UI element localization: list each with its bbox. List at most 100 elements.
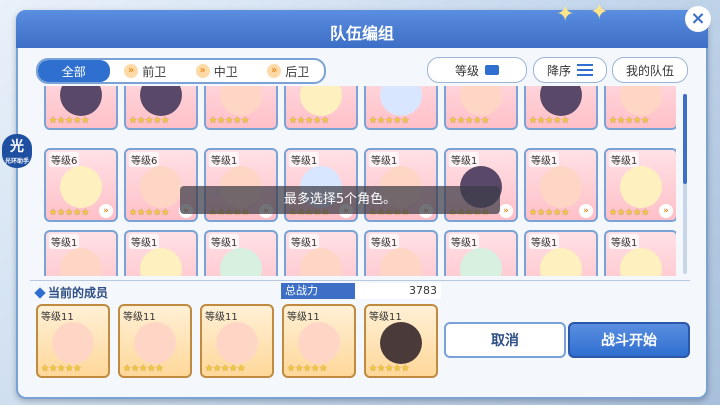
side-badge-glyph: 光 xyxy=(10,139,24,155)
star-rating: ★★★★★ xyxy=(41,364,82,374)
level-label: 等级1 xyxy=(369,234,400,249)
level-label: 等级11 xyxy=(123,312,156,323)
character-card[interactable]: ★★★★★ xyxy=(284,86,358,130)
character-card[interactable]: ★★★★★ xyxy=(364,86,438,130)
start-battle-button[interactable]: 战斗开始 xyxy=(568,322,690,358)
total-power-value: 3783 xyxy=(355,283,441,299)
character-portrait xyxy=(60,166,102,208)
character-card[interactable]: 等级1 xyxy=(524,230,598,276)
tab-back[interactable]: » 后卫 xyxy=(253,60,325,82)
character-portrait xyxy=(140,248,182,276)
star-rating: ★★★★★ xyxy=(129,208,170,218)
member-slot[interactable]: 等级11 ★★★★★ xyxy=(282,304,356,378)
level-label: 等级1 xyxy=(529,152,560,167)
star-rating: ★★★★★ xyxy=(529,116,570,126)
total-power-label: 总战力 xyxy=(281,283,355,299)
star-rating: ★★★★★ xyxy=(289,116,330,126)
level-label: 等级1 xyxy=(209,234,240,249)
level-label: 等级1 xyxy=(209,152,240,167)
side-badge[interactable]: 光 光环助手 xyxy=(2,134,32,168)
tab-middle[interactable]: » 中卫 xyxy=(181,60,253,82)
character-portrait xyxy=(620,166,662,208)
star-rating: ★★★★★ xyxy=(129,116,170,126)
character-portrait xyxy=(380,322,422,364)
chevron-icon: » xyxy=(99,204,113,218)
tab-front-label: 前卫 xyxy=(142,64,167,79)
character-card[interactable]: 等级1 xyxy=(604,230,676,276)
character-portrait xyxy=(140,166,182,208)
roster-grid[interactable]: ★★★★★ ★★★★★ ★★★★★ ★★★★★ ★★★★★ ★★★★★ ★★★★… xyxy=(36,86,676,276)
tab-all[interactable]: 全部 xyxy=(38,60,110,82)
cancel-button[interactable]: 取消 xyxy=(444,322,566,358)
member-slot[interactable]: 等级11 ★★★★★ xyxy=(364,304,438,378)
character-card[interactable]: ★★★★★ xyxy=(604,86,676,130)
character-card[interactable]: 等级1 ★★★★★ » xyxy=(524,148,598,222)
character-portrait xyxy=(220,86,262,116)
level-label: 等级11 xyxy=(205,312,238,323)
order-label: 降序 xyxy=(546,63,571,78)
character-portrait xyxy=(540,86,582,116)
my-team-button[interactable]: 我的队伍 xyxy=(612,57,688,83)
star-rating: ★★★★★ xyxy=(449,116,490,126)
character-portrait xyxy=(620,248,662,276)
close-icon[interactable]: × xyxy=(685,6,711,32)
current-members-heading: 当前的成员 xyxy=(34,284,109,301)
level-label: 等级1 xyxy=(49,234,80,249)
diamond-icon xyxy=(34,287,46,299)
tab-middle-label: 中卫 xyxy=(213,64,238,79)
character-card[interactable]: 等级1 ★★★★★ » xyxy=(604,148,676,222)
current-members-label: 当前的成员 xyxy=(48,286,109,300)
character-portrait xyxy=(134,322,176,364)
level-label: 等级11 xyxy=(369,312,402,323)
character-card[interactable]: ★★★★★ xyxy=(444,86,518,130)
character-card[interactable]: 等级6 ★★★★★ » xyxy=(44,148,118,222)
character-card[interactable]: 等级1 xyxy=(204,230,278,276)
member-slot[interactable]: 等级11 ★★★★★ xyxy=(36,304,110,378)
star-rating: ★★★★★ xyxy=(209,116,250,126)
star-rating: ★★★★★ xyxy=(205,364,246,374)
star-rating: ★★★★★ xyxy=(49,116,90,126)
character-card[interactable]: 等级1 xyxy=(444,230,518,276)
character-portrait xyxy=(60,86,102,116)
level-label: 等级1 xyxy=(289,234,320,249)
chevron-icon: » xyxy=(659,204,673,218)
character-card[interactable]: 等级1 xyxy=(44,230,118,276)
level-label: 等级1 xyxy=(609,234,640,249)
character-portrait xyxy=(300,86,342,116)
level-label: 等级11 xyxy=(287,312,320,323)
character-card[interactable]: 等级1 xyxy=(364,230,438,276)
level-label: 等级1 xyxy=(289,152,320,167)
level-label: 等级6 xyxy=(129,152,160,167)
chevron-icon: » xyxy=(579,204,593,218)
chevron-icon: » xyxy=(195,64,210,78)
tab-all-label: 全部 xyxy=(61,64,86,79)
level-label: 等级1 xyxy=(609,152,640,167)
star-rating: ★★★★★ xyxy=(123,364,164,374)
tab-front[interactable]: » 前卫 xyxy=(110,60,182,82)
member-slot[interactable]: 等级11 ★★★★★ xyxy=(118,304,192,378)
character-portrait xyxy=(540,166,582,208)
member-slot[interactable]: 等级11 ★★★★★ xyxy=(200,304,274,378)
character-card[interactable]: ★★★★★ xyxy=(524,86,598,130)
level-label: 等级6 xyxy=(49,152,80,167)
character-portrait xyxy=(300,248,342,276)
order-button[interactable]: 降序 xyxy=(533,57,607,83)
star-deco-icon: ✦ xyxy=(590,0,609,25)
sort-lines-icon xyxy=(577,64,593,76)
sort-label: 等级 xyxy=(454,63,479,78)
total-power-box: 总战力 3783 xyxy=(281,283,441,299)
level-label: 等级1 xyxy=(449,234,480,249)
character-card[interactable]: 等级1 xyxy=(284,230,358,276)
sort-by-button[interactable]: 等级 xyxy=(427,57,527,83)
scrollbar-thumb[interactable] xyxy=(683,94,687,184)
character-portrait xyxy=(380,86,422,116)
character-card[interactable]: 等级1 xyxy=(124,230,198,276)
character-card[interactable]: ★★★★★ xyxy=(44,86,118,130)
level-label: 等级1 xyxy=(449,152,480,167)
character-card[interactable]: ★★★★★ xyxy=(124,86,198,130)
level-label: 等级1 xyxy=(529,234,560,249)
character-card[interactable]: ★★★★★ xyxy=(204,86,278,130)
star-rating: ★★★★★ xyxy=(609,208,650,218)
level-label: 等级1 xyxy=(369,152,400,167)
character-portrait xyxy=(216,322,258,364)
